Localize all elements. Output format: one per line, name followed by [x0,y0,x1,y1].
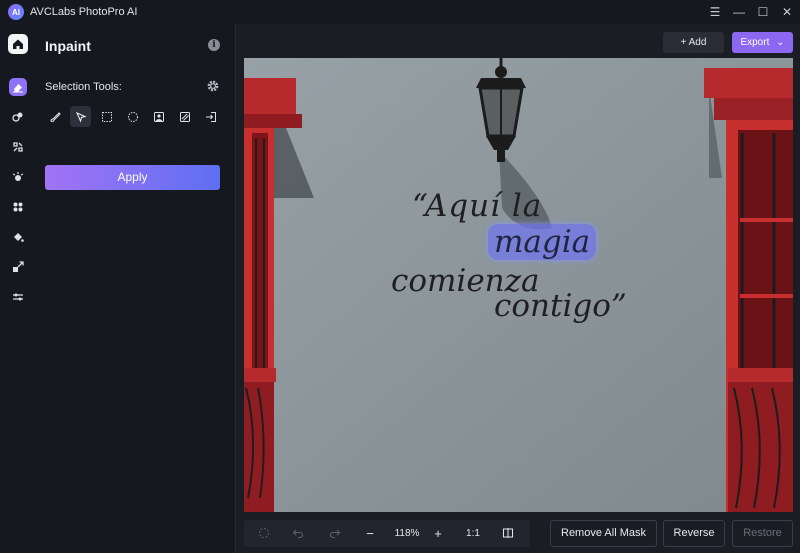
tool-rail [0,24,36,553]
loading-icon[interactable] [256,520,272,547]
export-button[interactable]: Export ⌄ [732,32,793,53]
lasso-pointer-icon [75,111,87,123]
selection-tools-label: Selection Tools: [45,81,122,93]
apply-button[interactable]: Apply [45,165,220,190]
actual-size-button[interactable]: 1:1 [464,520,482,547]
undo-icon[interactable] [290,520,306,547]
zoom-in-button[interactable]: + [430,520,446,547]
view-controls: − 118% + 1:1 [244,520,530,547]
home-icon [13,39,23,49]
resize-icon[interactable] [9,258,27,276]
import-mask-icon [205,111,216,122]
adjust-icon[interactable] [9,288,27,306]
rect-select-tool[interactable] [96,106,117,127]
pattern-select-tool[interactable] [174,106,195,127]
brush-icon [49,111,61,122]
brush-tool[interactable] [44,106,65,127]
title-bar: AI AVCLabs PhotoPro AI ☰ — ☐ ✕ [0,0,800,24]
redo-icon[interactable] [327,520,343,547]
import-mask-tool[interactable] [200,106,221,127]
portrait-select-icon [153,111,164,122]
maximize-button[interactable]: ☐ [756,0,770,24]
effects-icon[interactable] [9,168,27,186]
compare-icon[interactable] [500,520,516,547]
zoom-level: 118% [394,528,420,539]
reverse-button[interactable]: Reverse [663,520,725,547]
rect-select-icon [101,111,112,122]
pattern-select-icon [179,111,190,122]
main-area: + Add Export ⌄ “Aquí la magia comienza c… [236,24,800,553]
wall-text-line3: contigo” [494,288,627,324]
app-logo: AI [8,4,24,20]
app-title: AVCLabs PhotoPro AI [30,6,138,18]
minimize-button[interactable]: — [732,0,746,24]
zoom-out-button[interactable]: − [362,520,378,547]
window-controls: ☰ — ☐ ✕ [708,0,794,24]
home-button[interactable] [8,34,28,54]
image-canvas[interactable]: “Aquí la magia comienza contigo” [244,58,793,512]
panel-title: Inpaint [45,38,91,54]
fill-icon[interactable] [9,228,27,246]
restore-button[interactable]: Restore [732,520,793,547]
ai-tool-icon[interactable] [9,198,27,216]
info-icon[interactable]: i [208,39,220,51]
wall-text-line1: “Aquí la [412,188,543,224]
colorize-icon[interactable] [9,108,27,126]
remove-all-mask-button[interactable]: Remove All Mask [550,520,657,547]
inpaint-panel: Inpaint i Selection Tools: Apply [36,24,236,553]
ellipse-select-icon [127,111,138,122]
masked-text-selection[interactable]: magia [488,224,597,260]
export-label: Export [740,37,770,48]
ellipse-select-tool[interactable] [122,106,143,127]
menu-icon[interactable]: ☰ [708,0,722,24]
close-button[interactable]: ✕ [780,0,794,24]
inpaint-eraser-icon[interactable] [9,78,27,96]
portrait-select-tool[interactable] [148,106,169,127]
add-button[interactable]: + Add [663,32,724,53]
chevron-down-icon: ⌄ [776,37,785,48]
selection-tools [44,106,221,127]
enhance-icon[interactable] [9,138,27,156]
lasso-pointer-tool[interactable] [70,106,91,127]
gear-icon[interactable] [206,79,220,93]
